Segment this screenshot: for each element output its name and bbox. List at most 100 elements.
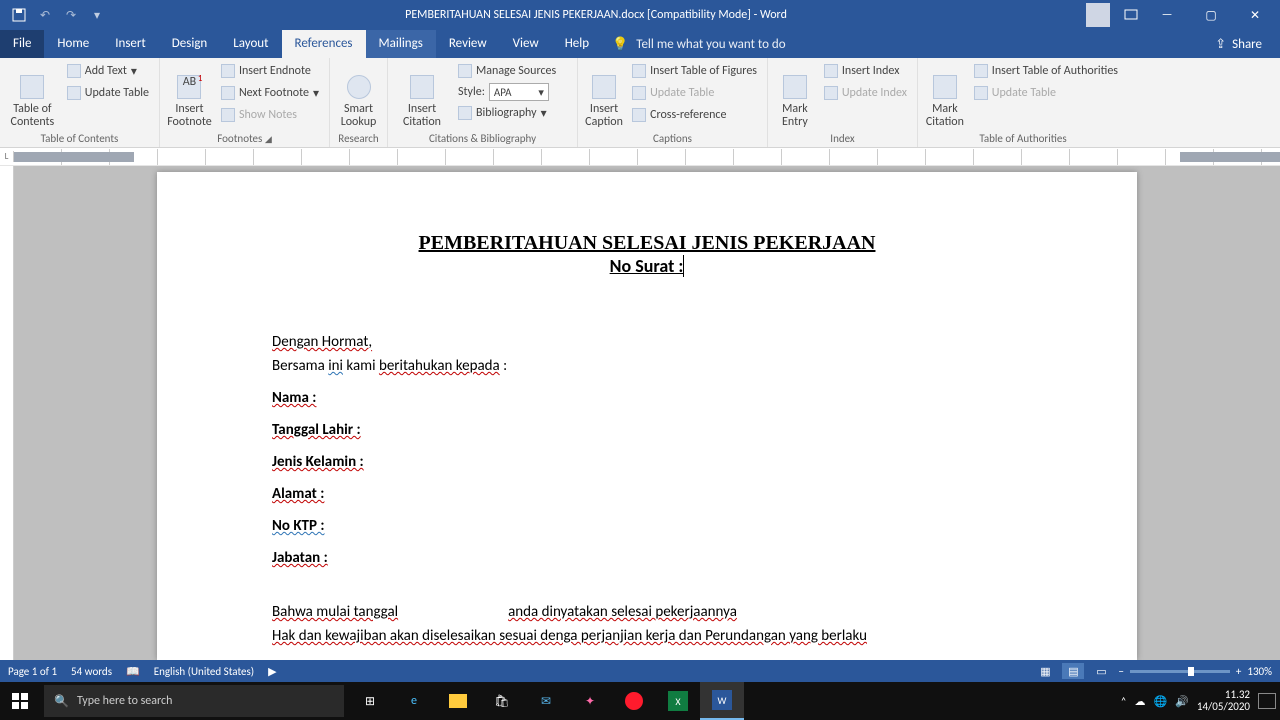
search-placeholder: Type here to search: [77, 694, 172, 708]
insert-citation-label: Insert Citation: [403, 103, 441, 129]
minimize-button[interactable]: —: [1152, 0, 1182, 30]
print-layout-button[interactable]: ▤: [1062, 663, 1084, 679]
tab-home[interactable]: Home: [44, 30, 102, 58]
zoom-level[interactable]: 130%: [1247, 665, 1272, 678]
style-value: APA: [494, 86, 512, 99]
insert-endnote-button[interactable]: Insert Endnote: [217, 61, 323, 81]
task-view-button[interactable]: ⊞: [348, 682, 392, 720]
h-ruler[interactable]: [14, 149, 1280, 165]
insert-footnote-button[interactable]: 1ABInsert Footnote: [166, 61, 213, 129]
menu-bar: File Home Insert Design Layout Reference…: [0, 30, 1280, 58]
tray-onedrive-icon[interactable]: ☁: [1134, 695, 1145, 708]
style-label: Style:: [458, 85, 485, 99]
tell-me-search[interactable]: 💡 Tell me what you want to do: [612, 37, 786, 52]
cross-ref-label: Cross-reference: [650, 108, 726, 122]
edge-app[interactable]: e: [392, 682, 436, 720]
account-avatar[interactable]: [1086, 3, 1110, 27]
field-nama: Nama :: [272, 389, 1022, 407]
spell-check-icon[interactable]: 📖: [126, 665, 140, 678]
group-footnotes-label: Footnotes ◢: [166, 132, 323, 147]
insert-index-label: Insert Index: [842, 64, 900, 78]
next-footnote-label: Next Footnote: [239, 86, 309, 100]
add-text-button[interactable]: Add Text ▾: [63, 61, 153, 81]
word-app[interactable]: W: [700, 682, 744, 720]
page-count[interactable]: Page 1 of 1: [8, 665, 57, 678]
tray-network-icon[interactable]: 🌐: [1153, 695, 1167, 708]
ruler-corner: L: [0, 151, 14, 162]
tab-review[interactable]: Review: [436, 30, 500, 58]
undo-icon[interactable]: ↶: [36, 6, 54, 24]
cross-ref-button[interactable]: Cross-reference: [628, 105, 761, 125]
bibliography-label: Bibliography: [476, 106, 537, 120]
start-button[interactable]: [0, 682, 40, 720]
zoom-in-button[interactable]: +: [1236, 665, 1241, 678]
next-footnote-button[interactable]: Next Footnote ▾: [217, 83, 323, 103]
tab-view[interactable]: View: [500, 30, 552, 58]
update-table-button[interactable]: Update Table: [63, 83, 153, 103]
ribbon-display-icon[interactable]: [1124, 9, 1138, 21]
add-text-label: Add Text: [85, 64, 127, 78]
taskbar-search[interactable]: 🔍Type here to search: [44, 685, 344, 717]
insert-caption-label: Insert Caption: [585, 103, 623, 129]
insert-citation-button[interactable]: Insert Citation: [394, 61, 450, 129]
zoom-slider[interactable]: [1130, 670, 1230, 673]
update-index-label: Update Index: [842, 86, 907, 100]
macro-icon[interactable]: ▶: [268, 665, 276, 678]
update-table-label: Update Table: [85, 86, 149, 100]
opera-app[interactable]: [612, 682, 656, 720]
toc-button[interactable]: Table of Contents: [6, 61, 59, 129]
maximize-button[interactable]: ▢: [1196, 0, 1226, 30]
tab-references[interactable]: References: [282, 30, 366, 58]
tray-chevron-icon[interactable]: ˄: [1121, 695, 1127, 708]
group-toa-label: Table of Authorities: [924, 132, 1122, 147]
mark-citation-button[interactable]: Mark Citation: [924, 61, 966, 129]
qat-more-icon[interactable]: ▾: [88, 6, 106, 24]
v-ruler[interactable]: [0, 166, 14, 660]
ruler: L: [0, 148, 1280, 166]
mark-entry-label: Mark Entry: [782, 103, 808, 129]
tell-me-label: Tell me what you want to do: [636, 37, 785, 52]
tab-file[interactable]: File: [0, 30, 44, 58]
update-toa-button: Update Table: [970, 83, 1122, 103]
insert-footnote-label: Insert Footnote: [167, 103, 212, 129]
update-tof-button: Update Table: [628, 83, 761, 103]
group-citations-label: Citations & Bibliography: [394, 132, 571, 147]
mark-entry-button[interactable]: Mark Entry: [774, 61, 816, 129]
word-count[interactable]: 54 words: [71, 665, 112, 678]
smart-lookup-label: Smart Lookup: [341, 103, 377, 129]
page[interactable]: PEMBERITAHUAN SELESAI JENIS PEKERJAAN No…: [157, 172, 1137, 660]
tray-notifications-icon[interactable]: [1258, 693, 1276, 709]
tab-insert[interactable]: Insert: [102, 30, 159, 58]
insert-caption-button[interactable]: Insert Caption: [584, 61, 624, 129]
tab-help[interactable]: Help: [552, 30, 602, 58]
web-layout-button[interactable]: ▭: [1090, 663, 1112, 679]
bibliography-button[interactable]: Bibliography ▾: [454, 103, 560, 123]
excel-app[interactable]: X: [656, 682, 700, 720]
language-status[interactable]: English (United States): [154, 665, 254, 678]
paragraph-2: Hak dan kewajiban akan diselesaikan sesu…: [272, 627, 1022, 645]
explorer-app[interactable]: [436, 682, 480, 720]
save-icon[interactable]: [10, 6, 28, 24]
doc-title: PEMBERITAHUAN SELESAI JENIS PEKERJAAN: [272, 232, 1022, 255]
share-button[interactable]: ⇪ Share: [1215, 37, 1280, 52]
manage-sources-button[interactable]: Manage Sources: [454, 61, 560, 81]
redo-icon[interactable]: ↷: [62, 6, 80, 24]
tray-clock[interactable]: 11.3214/05/2020: [1197, 689, 1250, 713]
read-mode-button[interactable]: ▦: [1034, 663, 1056, 679]
smart-lookup-button[interactable]: Smart Lookup: [336, 61, 381, 129]
mail-app[interactable]: ✉: [524, 682, 568, 720]
tab-layout[interactable]: Layout: [220, 30, 281, 58]
store-app[interactable]: 🛍: [480, 682, 524, 720]
insert-tof-button[interactable]: Insert Table of Figures: [628, 61, 761, 81]
tab-design[interactable]: Design: [159, 30, 220, 58]
close-button[interactable]: ✕: [1240, 0, 1270, 30]
zoom-out-button[interactable]: −: [1118, 665, 1123, 678]
style-select[interactable]: APA ▾: [489, 83, 549, 101]
action-app[interactable]: ✦: [568, 682, 612, 720]
tray-volume-icon[interactable]: 🔊: [1175, 695, 1189, 708]
tab-mailings[interactable]: Mailings: [366, 30, 436, 58]
insert-index-button[interactable]: Insert Index: [820, 61, 911, 81]
insert-toa-button[interactable]: Insert Table of Authorities: [970, 61, 1122, 81]
chevron-down-icon: ▾: [538, 86, 544, 99]
share-label: Share: [1232, 37, 1262, 52]
